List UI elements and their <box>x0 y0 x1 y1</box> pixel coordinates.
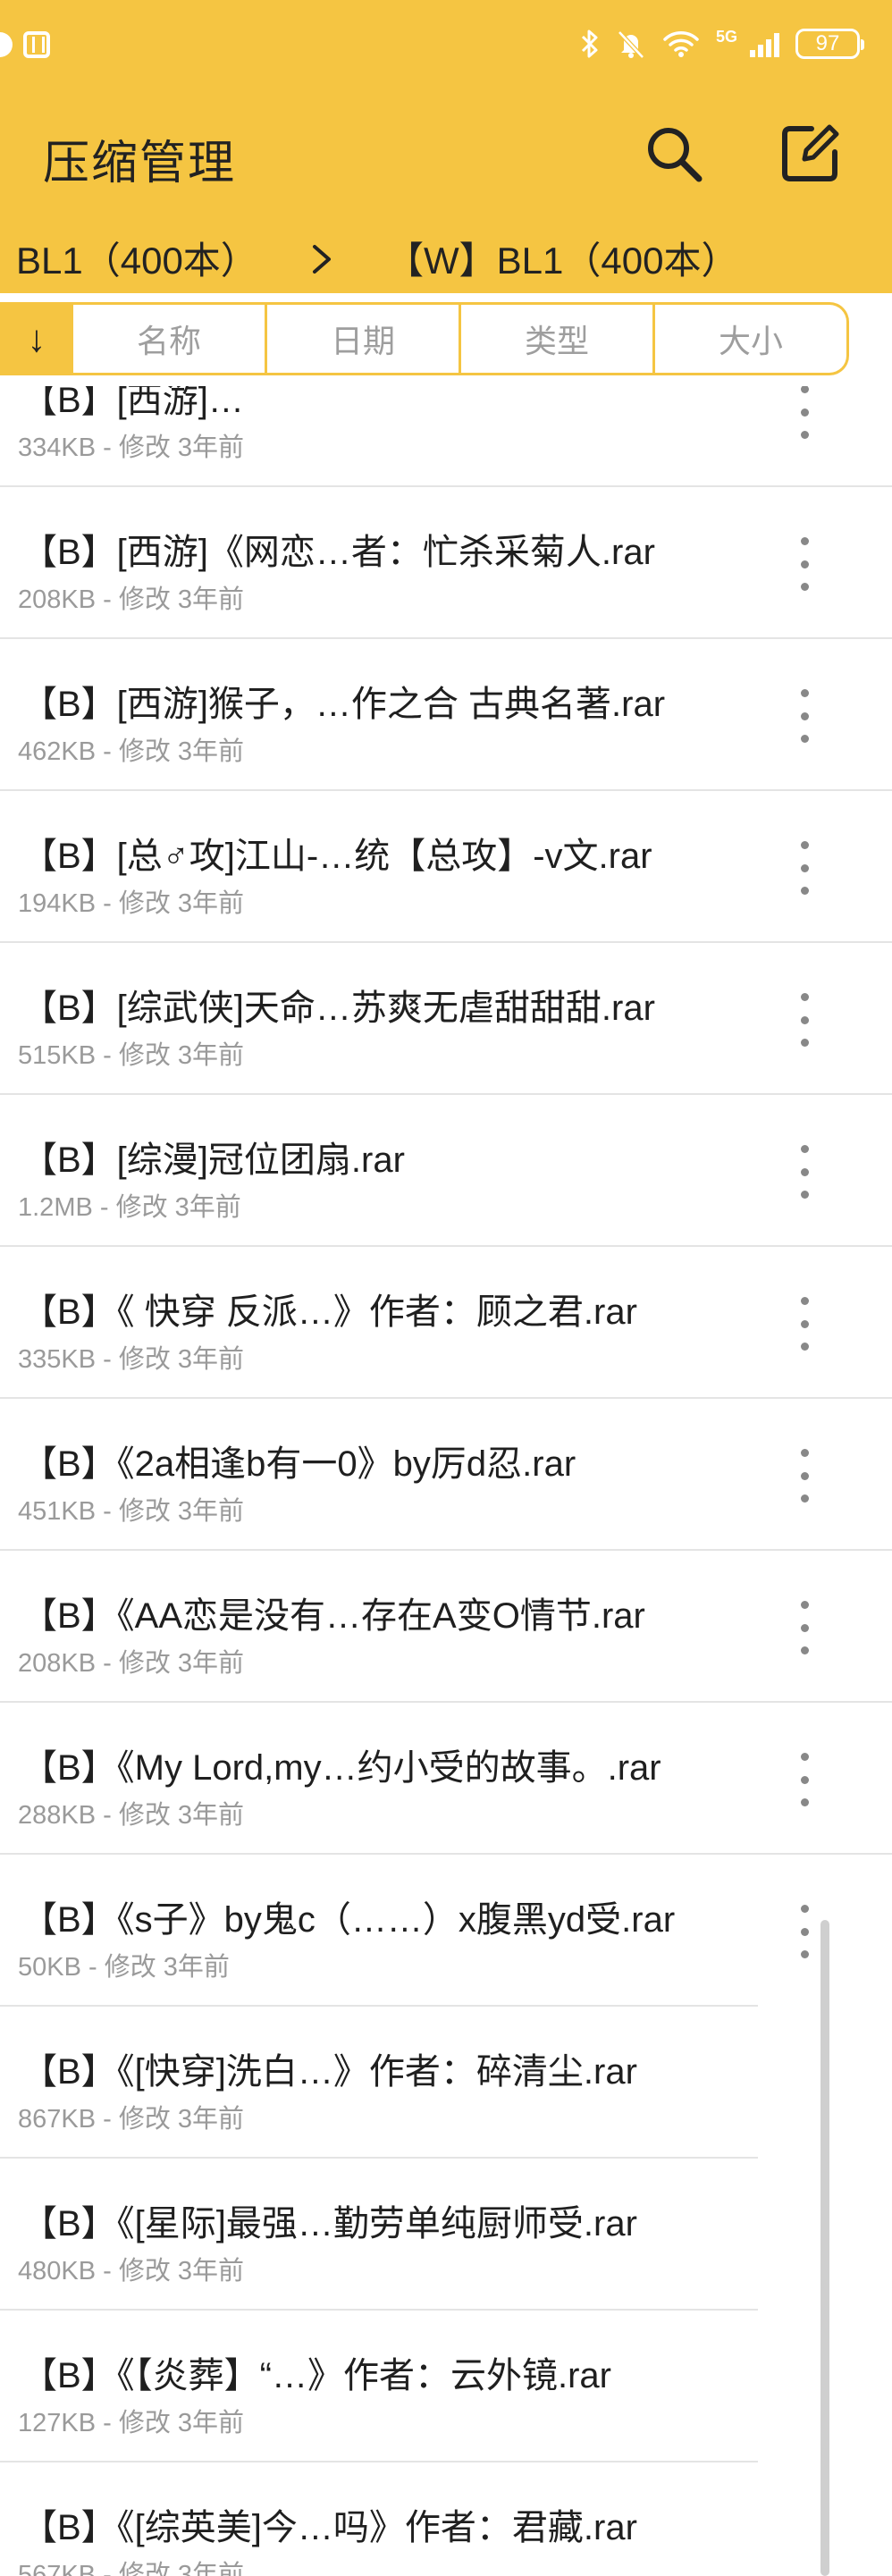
file-row[interactable]: 【B】[综漫]冠位团扇.rar 1.2MB - 修改 3年前 <box>0 1095 892 1247</box>
file-row[interactable]: 【B】《 快穿 反派…》作者：顾之君.rar 335KB - 修改 3年前 <box>0 1247 892 1399</box>
notification-dot-icon <box>0 32 13 57</box>
more-options-icon[interactable] <box>787 993 822 1047</box>
battery-icon: 97 <box>795 29 864 59</box>
file-meta: 462KB - 修改 3年前 <box>18 737 245 766</box>
file-name: 【B】《【炎葬】“…》作者：云外镜.rar <box>21 2356 611 2395</box>
breadcrumb-item-parent[interactable]: BL1（400本） <box>16 231 258 285</box>
file-name: 【B】《[快穿]洗白…》作者：碎清尘.rar <box>21 2052 637 2092</box>
sort-direction-button[interactable]: ↓ <box>0 302 73 375</box>
search-icon[interactable] <box>642 122 706 186</box>
file-row[interactable]: 【B】[西游]… 334KB - 修改 3年前 <box>0 386 892 487</box>
sort-bar: ↓ 名称 日期 类型 大小 <box>0 293 892 386</box>
file-name: 【B】[西游]猴子，…作之合 古典名著.rar <box>21 685 666 724</box>
more-options-icon[interactable] <box>787 537 822 591</box>
file-name: 【B】《AA恋是没有…存在A变O情节.rar <box>21 1596 645 1636</box>
more-options-icon[interactable] <box>787 1753 822 1806</box>
file-name: 【B】《[综英美]今…吗》作者：君藏.rar <box>21 2508 637 2547</box>
sort-tab-type[interactable]: 类型 <box>461 305 655 373</box>
file-meta: 451KB - 修改 3年前 <box>18 1497 245 1526</box>
more-options-icon[interactable] <box>787 1905 822 1958</box>
file-name: 【B】《s子》by鬼c（……）x腹黑yd受.rar <box>21 1900 676 1940</box>
status-left <box>0 27 50 63</box>
more-options-icon[interactable] <box>787 1145 822 1199</box>
file-row[interactable]: 【B】《AA恋是没有…存在A变O情节.rar 208KB - 修改 3年前 <box>0 1551 892 1703</box>
file-row[interactable]: 【B】[综武侠]天命…苏爽无虐甜甜甜.rar 515KB - 修改 3年前 <box>0 943 892 1095</box>
file-meta: 480KB - 修改 3年前 <box>18 2257 245 2286</box>
edit-icon[interactable] <box>778 122 842 186</box>
file-row[interactable]: 【B】《My Lord,my…约小受的故事。.rar 288KB - 修改 3年… <box>0 1703 892 1855</box>
file-row[interactable]: 【B】[总♂攻]江山-…统【总攻】-v文.rar 194KB - 修改 3年前 <box>0 791 892 943</box>
file-name: 【B】[综武侠]天命…苏爽无虐甜甜甜.rar <box>21 989 655 1028</box>
page-title: 压缩管理 <box>43 138 237 189</box>
file-meta: 1.2MB - 修改 3年前 <box>18 1193 241 1222</box>
file-name: 【B】《My Lord,my…约小受的故事。.rar <box>21 1748 661 1788</box>
file-meta: 208KB - 修改 3年前 <box>18 585 245 614</box>
file-name: 【B】[总♂攻]江山-…统【总攻】-v文.rar <box>21 837 652 876</box>
sort-tab-name[interactable]: 名称 <box>73 305 267 373</box>
file-row[interactable]: 【B】[西游]猴子，…作之合 古典名著.rar 462KB - 修改 3年前 <box>0 639 892 791</box>
more-options-icon[interactable] <box>787 1601 822 1654</box>
file-meta: 867KB - 修改 3年前 <box>18 2105 245 2134</box>
file-row[interactable]: 【B】《【炎葬】“…》作者：云外镜.rar 127KB - 修改 3年前 <box>0 2311 892 2462</box>
mute-bell-icon <box>618 30 644 59</box>
more-options-icon[interactable] <box>787 386 822 439</box>
file-name: 【B】[西游]《网恋…者：忙杀采菊人.rar <box>21 533 655 572</box>
signal-strength-icon <box>750 30 779 57</box>
file-name: 【B】《[星际]最强…勤劳单纯厨师受.rar <box>21 2204 637 2243</box>
file-meta: 194KB - 修改 3年前 <box>18 889 245 918</box>
nfc-icon <box>23 31 50 58</box>
breadcrumb: BL1（400本） 【W】BL1（400本） <box>0 223 892 293</box>
file-row[interactable]: 【B】《[星际]最强…勤劳单纯厨师受.rar 480KB - 修改 3年前 <box>0 2159 892 2311</box>
file-meta: 127KB - 修改 3年前 <box>18 2409 245 2437</box>
file-meta: 335KB - 修改 3年前 <box>18 1345 245 1374</box>
network-type-label: 5G <box>715 28 737 46</box>
file-name: 【B】《2a相逢b有一0》by厉d忍.rar <box>21 1444 576 1484</box>
sort-tabs: 名称 日期 类型 大小 <box>73 302 849 375</box>
status-bar: 5G 97 <box>0 0 892 89</box>
breadcrumb-item-current[interactable]: 【W】BL1（400本） <box>386 231 738 285</box>
wifi-icon <box>663 31 699 57</box>
file-row[interactable]: 【B】《s子》by鬼c（……）x腹黑yd受.rar 50KB - 修改 3年前 <box>0 1855 892 2007</box>
more-options-icon[interactable] <box>787 689 822 743</box>
file-meta: 334KB - 修改 3年前 <box>18 434 245 462</box>
file-row[interactable]: 【B】《[快穿]洗白…》作者：碎清尘.rar 867KB - 修改 3年前 <box>0 2007 892 2159</box>
status-icons: 5G 97 <box>580 23 864 64</box>
sort-tab-date[interactable]: 日期 <box>267 305 461 373</box>
file-meta: 288KB - 修改 3年前 <box>18 1801 245 1830</box>
bluetooth-icon <box>581 29 598 58</box>
scrollbar[interactable] <box>820 1920 829 2576</box>
file-row[interactable]: 【B】[西游]《网恋…者：忙杀采菊人.rar 208KB - 修改 3年前 <box>0 487 892 639</box>
more-options-icon[interactable] <box>787 841 822 895</box>
file-meta: 567KB - 修改 3年前 <box>18 2561 245 2576</box>
file-name: 【B】[西游]… <box>21 386 244 420</box>
file-list: 【B】[西游]… 334KB - 修改 3年前 【B】[西游]《网恋…者：忙杀采… <box>0 386 892 2576</box>
file-name: 【B】[综漫]冠位团扇.rar <box>21 1141 405 1180</box>
file-row[interactable]: 【B】《2a相逢b有一0》by厉d忍.rar 451KB - 修改 3年前 <box>0 1399 892 1551</box>
file-meta: 208KB - 修改 3年前 <box>18 1649 245 1678</box>
file-row[interactable]: 【B】《[综英美]今…吗》作者：君藏.rar 567KB - 修改 3年前 <box>0 2462 892 2576</box>
chevron-right-icon <box>313 245 331 274</box>
app-bar: 压缩管理 <box>0 89 892 223</box>
battery-level: 97 <box>815 31 840 55</box>
file-meta: 50KB - 修改 3年前 <box>18 1953 230 1982</box>
more-options-icon[interactable] <box>787 1297 822 1351</box>
file-meta: 515KB - 修改 3年前 <box>18 1041 245 1070</box>
file-name: 【B】《 快穿 反派…》作者：顾之君.rar <box>21 1292 637 1332</box>
sort-tab-size[interactable]: 大小 <box>655 305 846 373</box>
more-options-icon[interactable] <box>787 1449 822 1503</box>
